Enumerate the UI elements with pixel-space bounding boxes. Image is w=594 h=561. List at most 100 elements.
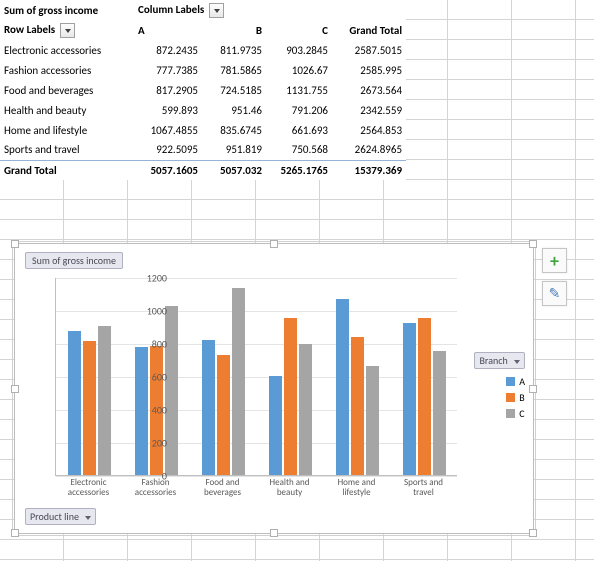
bar[interactable] <box>68 331 81 475</box>
col-header-B: B <box>202 20 266 40</box>
resize-handle[interactable] <box>270 240 278 248</box>
bar[interactable] <box>336 299 349 475</box>
legend-swatch-A <box>506 377 515 386</box>
legend-swatch-C <box>506 409 515 418</box>
row-label[interactable]: Home and lifestyle <box>0 120 134 140</box>
bar[interactable] <box>269 376 282 475</box>
resize-handle[interactable] <box>529 529 537 537</box>
chart-axis-filter[interactable]: Product line <box>25 508 96 525</box>
chart-legend-filter[interactable]: Branch <box>474 352 525 369</box>
cell-value[interactable]: 835.6745 <box>202 120 266 140</box>
resize-handle[interactable] <box>11 240 19 248</box>
chart-styles-button[interactable]: ✎ <box>542 281 567 306</box>
row-label[interactable]: Fashion accessories <box>0 60 134 80</box>
table-row: Sports and travel 922.5095 951.819 750.5… <box>0 140 406 160</box>
legend-label: C <box>519 407 524 420</box>
bar[interactable] <box>217 355 230 475</box>
cell-value[interactable]: 1131.755 <box>266 80 332 100</box>
bar[interactable] <box>165 306 178 475</box>
chevron-down-icon <box>514 360 520 364</box>
legend-label: B <box>519 391 524 404</box>
table-row: Home and lifestyle 1067.4855 835.6745 66… <box>0 120 406 140</box>
bar-group <box>123 306 190 475</box>
y-tick-label: 800 <box>137 338 167 351</box>
chart-plot-area <box>55 278 457 476</box>
x-tick-label: Electronicaccessories <box>55 478 122 498</box>
cell-value[interactable]: 2585.995 <box>332 60 406 80</box>
cell-value[interactable]: 777.7385 <box>134 60 202 80</box>
bar[interactable] <box>366 366 379 475</box>
legend-label: A <box>519 375 525 388</box>
bar[interactable] <box>83 341 96 475</box>
cell-value[interactable]: 951.46 <box>202 100 266 120</box>
grand-total-value[interactable]: 5057.032 <box>202 160 266 180</box>
cell-value[interactable]: 2624.8965 <box>332 140 406 160</box>
cell-value[interactable]: 2342.559 <box>332 100 406 120</box>
resize-handle[interactable] <box>11 529 19 537</box>
row-label[interactable]: Sports and travel <box>0 140 134 160</box>
bar-group <box>391 318 458 475</box>
legend-item[interactable]: A <box>506 375 525 388</box>
cell-value[interactable]: 872.2435 <box>134 40 202 60</box>
chart-side-buttons: + ✎ <box>542 248 567 314</box>
bar[interactable] <box>433 351 446 475</box>
pivot-columns-label: Column Labels <box>138 3 204 16</box>
cell-value[interactable]: 951.819 <box>202 140 266 160</box>
bar[interactable] <box>202 340 215 475</box>
cell-value[interactable]: 781.5865 <box>202 60 266 80</box>
cell-value[interactable]: 1067.4855 <box>134 120 202 140</box>
col-header-C: C <box>266 20 332 40</box>
chart-values-filter[interactable]: Sum of gross income <box>25 252 123 269</box>
y-tick-label: 1000 <box>137 305 167 318</box>
grand-total-value[interactable]: 5265.1765 <box>266 160 332 180</box>
cell-value[interactable]: 750.568 <box>266 140 332 160</box>
cell-value[interactable]: 1026.67 <box>266 60 332 80</box>
chart-legend: A B C <box>506 372 525 423</box>
cell-value[interactable]: 661.693 <box>266 120 332 140</box>
cell-value[interactable]: 599.893 <box>134 100 202 120</box>
resize-handle[interactable] <box>11 385 19 393</box>
grand-total-value[interactable]: 15379.369 <box>332 160 406 180</box>
cell-value[interactable]: 2673.564 <box>332 80 406 100</box>
cell-value[interactable]: 2564.853 <box>332 120 406 140</box>
grand-total-label[interactable]: Grand Total <box>0 160 134 180</box>
cell-value[interactable]: 724.5185 <box>202 80 266 100</box>
col-header-A: A <box>134 20 202 40</box>
resize-handle[interactable] <box>529 240 537 248</box>
bar[interactable] <box>284 318 297 475</box>
bar[interactable] <box>232 288 245 475</box>
legend-item[interactable]: B <box>506 391 525 404</box>
bar[interactable] <box>418 318 431 475</box>
bar-group <box>324 299 391 475</box>
values-filter-pill: Sum of gross income <box>25 252 123 269</box>
x-tick-label: Sports andtravel <box>390 478 457 498</box>
bar[interactable] <box>351 337 364 475</box>
column-labels-dropdown[interactable] <box>209 3 224 18</box>
pivot-rows-label-cell: Row Labels <box>0 20 134 40</box>
cell-value[interactable]: 791.206 <box>266 100 332 120</box>
plus-icon: + <box>550 250 559 272</box>
row-label[interactable]: Health and beauty <box>0 100 134 120</box>
cell-value[interactable]: 811.9735 <box>202 40 266 60</box>
row-labels-dropdown[interactable] <box>60 23 75 38</box>
cell-value[interactable]: 922.5095 <box>134 140 202 160</box>
cell-value[interactable]: 2587.5015 <box>332 40 406 60</box>
bar[interactable] <box>299 344 312 475</box>
x-tick-label: Home andlifestyle <box>323 478 390 498</box>
legend-item[interactable]: C <box>506 407 525 420</box>
cell-value[interactable]: 903.2845 <box>266 40 332 60</box>
row-label[interactable]: Food and beverages <box>0 80 134 100</box>
chart-elements-button[interactable]: + <box>542 248 567 273</box>
pivot-chart[interactable]: Sum of gross income Branch A B C 0200400… <box>14 243 534 534</box>
table-row: Electronic accessories 872.2435 811.9735… <box>0 40 406 60</box>
bar-group <box>56 326 123 475</box>
bar[interactable] <box>98 326 111 475</box>
pivot-rows-label: Row Labels <box>4 23 55 36</box>
cell-value[interactable]: 817.2905 <box>134 80 202 100</box>
resize-handle[interactable] <box>529 385 537 393</box>
pivot-measure-label: Sum of gross income <box>0 0 134 20</box>
resize-handle[interactable] <box>270 529 278 537</box>
bar[interactable] <box>403 323 416 475</box>
row-label[interactable]: Electronic accessories <box>0 40 134 60</box>
grand-total-value[interactable]: 5057.1605 <box>134 160 202 180</box>
